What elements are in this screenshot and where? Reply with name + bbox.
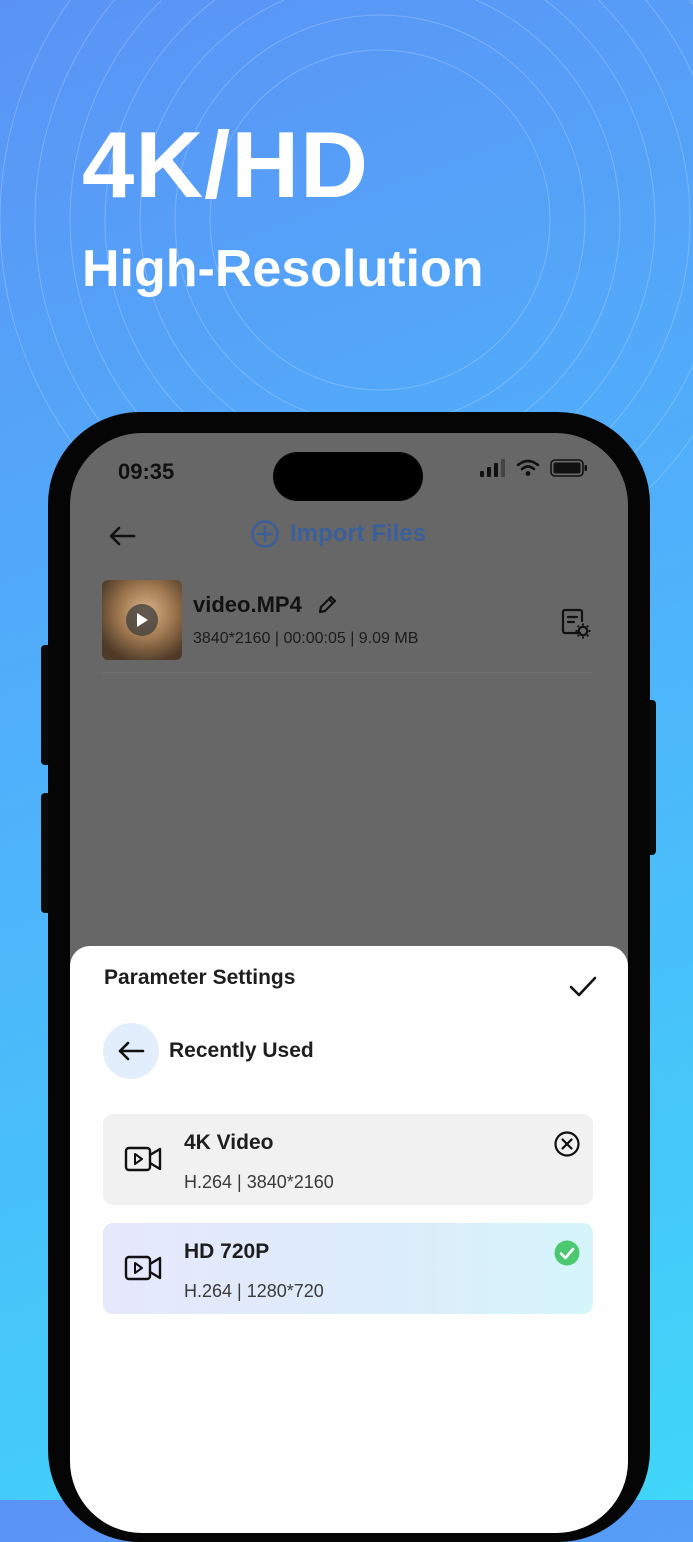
- preset-name: HD 720P: [184, 1240, 270, 1263]
- file-name-row: video.MP4: [193, 592, 338, 618]
- pencil-icon[interactable]: [316, 594, 338, 616]
- signal-icon: [480, 459, 505, 477]
- recently-used-row[interactable]: Recently Used: [103, 1023, 314, 1079]
- import-files-label: Import Files: [290, 520, 427, 547]
- document-gear-icon[interactable]: [558, 606, 592, 640]
- promo-headline: 4K/HD: [82, 112, 370, 217]
- import-files-button[interactable]: Import Files: [250, 519, 426, 549]
- status-icons: [480, 459, 588, 477]
- checkmark-icon[interactable]: [566, 972, 600, 1002]
- arrow-left-icon: [118, 1041, 145, 1061]
- video-camera-icon: [124, 1146, 162, 1172]
- video-thumbnail[interactable]: [102, 580, 182, 660]
- play-icon: [126, 604, 158, 636]
- back-button[interactable]: [104, 521, 140, 551]
- recently-used-label: Recently Used: [169, 1039, 314, 1062]
- phone-screen: 09:35 Import Files video.MP4 3840*2160 |…: [70, 433, 628, 1533]
- parameter-settings-sheet: Parameter Settings Recently Used 4K Vide…: [70, 946, 628, 1533]
- status-time: 09:35: [118, 459, 175, 484]
- dynamic-island: [273, 452, 423, 501]
- file-list-item[interactable]: video.MP4 3840*2160 | 00:00:05 | 9.09 MB: [102, 580, 592, 673]
- preset-spec: H.264 | 1280*720: [184, 1281, 324, 1301]
- wifi-icon: [516, 459, 540, 476]
- close-circle-icon[interactable]: [553, 1130, 581, 1158]
- battery-icon: [550, 459, 587, 477]
- arrow-left-icon: [109, 526, 136, 546]
- preset-spec: H.264 | 3840*2160: [184, 1172, 334, 1192]
- preset-card-720p[interactable]: HD 720P H.264 | 1280*720: [103, 1223, 593, 1314]
- sheet-title: Parameter Settings: [104, 966, 296, 989]
- check-circle-icon[interactable]: [553, 1239, 581, 1267]
- recent-back-button[interactable]: [103, 1023, 159, 1079]
- promo-subline: High-Resolution: [82, 240, 484, 298]
- plus-circle-icon: [251, 520, 279, 548]
- file-name: video.MP4: [193, 592, 302, 617]
- preset-card-4k[interactable]: 4K Video H.264 | 3840*2160: [103, 1114, 593, 1205]
- preset-name: 4K Video: [184, 1131, 274, 1154]
- video-camera-icon: [124, 1255, 162, 1281]
- file-meta: 3840*2160 | 00:00:05 | 9.09 MB: [193, 630, 419, 647]
